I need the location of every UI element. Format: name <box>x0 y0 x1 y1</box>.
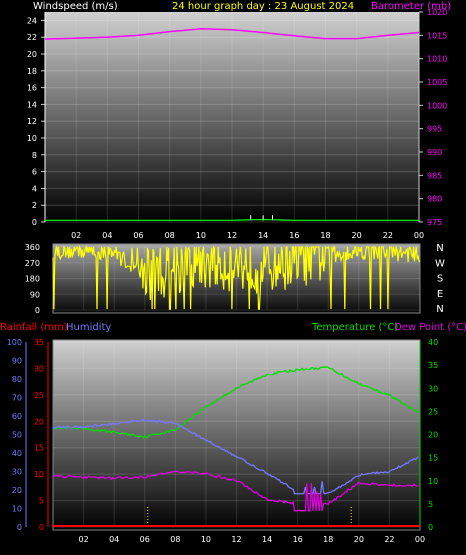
windspeed-tick-label: 20 <box>27 50 37 59</box>
windbaro-x-tick-label: 14 <box>258 231 268 240</box>
barometer-tick-label: 1005 <box>427 78 447 87</box>
windbaro-x-tick-label: 16 <box>289 231 299 240</box>
windbaro-x-tick-label: 06 <box>133 231 143 240</box>
temperature-tick-label: 40 <box>428 338 438 347</box>
windspeed-tick-label: 2 <box>32 201 37 210</box>
winddir-compass-label: N <box>436 243 443 254</box>
temperature-tick-label: 10 <box>428 477 438 486</box>
barometer-tick-label: 975 <box>427 218 442 227</box>
rainfall-tick-label: 15 <box>34 444 44 453</box>
windbaro-x-tick-label: 20 <box>352 231 362 240</box>
rainfall-tick-label: 25 <box>34 391 44 400</box>
windbaro-x-tick-label: 18 <box>320 231 330 240</box>
temp-x-tick-label: 04 <box>109 535 119 544</box>
temperature-tick-label: 20 <box>428 431 438 440</box>
barometer-tick-label: 985 <box>427 171 442 180</box>
windspeed-tick-label: 4 <box>32 184 37 193</box>
humidity-tick-label: 50 <box>12 431 22 440</box>
rainfall-tick-label: 35 <box>34 338 44 347</box>
temp-x-tick-label: 08 <box>170 535 180 544</box>
windspeed-axis-title: Windspeed (m/s) <box>33 1 118 12</box>
temperature-tick-label: 0 <box>428 523 433 532</box>
humidity-tick-label: 80 <box>12 375 22 384</box>
humidity-tick-label: 40 <box>12 449 22 458</box>
humidity-tick-label: 90 <box>12 357 22 366</box>
barometer-tick-label: 1010 <box>427 55 447 64</box>
temp-x-tick-label: 22 <box>384 535 394 544</box>
rainfall-axis-title: Rainfall (mm) <box>0 322 68 333</box>
winddir-tick-label: 180 <box>25 275 40 284</box>
winddir-compass-label: S <box>437 274 443 285</box>
windspeed-tick-label: 18 <box>27 67 37 76</box>
temp-x-tick-label: 06 <box>140 535 150 544</box>
winddir-tick-label: 270 <box>25 259 40 268</box>
temperature-tick-label: 25 <box>428 407 438 416</box>
windspeed-tick-label: 10 <box>27 134 37 143</box>
winddir-compass-label: E <box>437 289 443 300</box>
rainfall-tick-label: 30 <box>34 364 44 373</box>
rainfall-tick-label: 10 <box>34 470 44 479</box>
barometer-tick-label: 990 <box>427 148 442 157</box>
windbaro-x-tick-label: 02 <box>71 231 81 240</box>
winddir-compass-label: N <box>436 304 443 315</box>
humidity-tick-label: 100 <box>7 338 22 347</box>
barometer-tick-label: 1015 <box>427 31 447 40</box>
temp-x-tick-label: 20 <box>354 535 364 544</box>
winddir-tick-label: 360 <box>25 243 40 252</box>
temp-x-tick-label: 14 <box>262 535 272 544</box>
humidity-tick-label: 0 <box>17 523 22 532</box>
windspeed-tick-label: 12 <box>27 117 37 126</box>
temperature-tick-label: 30 <box>428 384 438 393</box>
winddir-tick-label: 0 <box>35 306 40 315</box>
temp-x-tick-label: 12 <box>231 535 241 544</box>
winddir-tick-label: 90 <box>30 290 40 299</box>
temp-x-tick-label: 10 <box>201 535 211 544</box>
temp-x-tick-label: 00 <box>415 535 425 544</box>
windspeed-tick-label: 6 <box>32 168 37 177</box>
windbaro-x-tick-label: 22 <box>383 231 393 240</box>
windspeed-tick-label: 14 <box>27 100 37 109</box>
humidity-tick-label: 70 <box>12 394 22 403</box>
rainfall-tick-label: 5 <box>39 497 44 506</box>
humidity-axis-title: Humidity <box>66 322 111 333</box>
temperature-tick-label: 15 <box>428 454 438 463</box>
dewpoint-axis-title: Dew Point (°C) <box>394 322 466 333</box>
barometer-tick-label: 1000 <box>427 101 447 110</box>
weather-chart: 0246810121416182022249759809859909951000… <box>0 1 466 544</box>
windbaro-x-tick-label: 00 <box>414 231 424 240</box>
humidity-tick-label: 60 <box>12 412 22 421</box>
windbaro-x-tick-label: 12 <box>227 231 237 240</box>
windspeed-tick-label: 22 <box>27 33 37 42</box>
winddir-compass-label: W <box>435 258 445 269</box>
temperature-tick-label: 5 <box>428 500 433 509</box>
chart-title: 24 hour graph day : 23 August 2024 <box>172 1 354 12</box>
windspeed-tick-label: 8 <box>32 151 37 160</box>
barometer-axis-title: Barometer (mb) <box>371 1 451 12</box>
temp-x-tick-label: 18 <box>323 535 333 544</box>
temperature-tick-label: 35 <box>428 361 438 370</box>
humidity-tick-label: 20 <box>12 486 22 495</box>
windbaro-x-tick-label: 08 <box>165 231 175 240</box>
temp-x-tick-label: 16 <box>293 535 303 544</box>
rainfall-tick-label: 0 <box>39 523 44 532</box>
barometer-tick-label: 995 <box>427 125 442 134</box>
rainfall-tick-label: 20 <box>34 417 44 426</box>
humidity-tick-label: 10 <box>12 505 22 514</box>
humidity-tick-label: 30 <box>12 468 22 477</box>
windbaro-x-tick-label: 04 <box>102 231 112 240</box>
temperature-axis-title: Temperature (°C) <box>311 322 398 333</box>
windspeed-tick-label: 16 <box>27 84 37 93</box>
windspeed-tick-label: 24 <box>27 16 37 25</box>
temp-x-tick-label: 02 <box>78 535 88 544</box>
windbaro-x-tick-label: 10 <box>196 231 206 240</box>
windspeed-tick-label: 0 <box>32 218 37 227</box>
barometer-tick-label: 980 <box>427 195 442 204</box>
